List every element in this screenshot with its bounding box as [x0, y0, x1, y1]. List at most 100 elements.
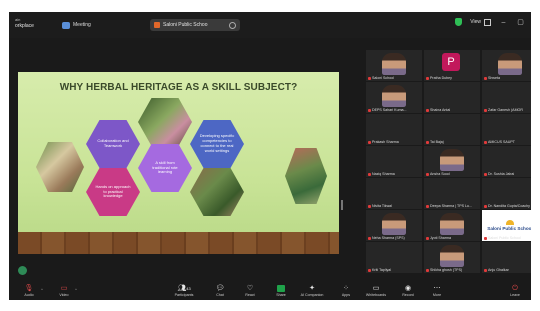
- whiteboards-label: Whiteboards: [365, 293, 387, 297]
- participant-name: Naziq Sharma: [368, 172, 395, 176]
- participant-name: AMICUS SAUPT: [484, 140, 515, 144]
- participant-tile[interactable]: Zafar Ganesh (AMOR: [482, 82, 531, 113]
- hex-developing: Developing specific competencies to conn…: [190, 120, 244, 168]
- share-label: Share: [276, 293, 286, 297]
- participant-tile[interactable]: Shikha ghosh (TPS): [424, 242, 480, 273]
- participant-tile[interactable]: Tai Bajaj: [424, 114, 480, 145]
- share-button[interactable]: Share: [266, 285, 296, 297]
- participant-name: Shikha ghosh (TPS): [426, 268, 462, 272]
- connection-icon[interactable]: [18, 266, 27, 275]
- participant-tile[interactable]: Jyoti Sharma: [424, 210, 480, 241]
- minimize-icon[interactable]: –: [499, 19, 508, 26]
- meeting-info-button[interactable]: Meeting: [62, 20, 91, 30]
- participants-label: Participants: [174, 293, 194, 297]
- participant-gallery: Saloni School P Pratha Dubey Shweta DEPS Sah…: [358, 50, 531, 286]
- participant-tile[interactable]: DEPS Sahari Kuma...: [366, 82, 422, 113]
- more-label: More: [432, 293, 442, 297]
- mic-muted-icon: [368, 172, 371, 176]
- chat-button[interactable]: 💬︎ Chat: [205, 285, 235, 297]
- participant-tile[interactable]: Naziq Sharma: [366, 146, 422, 177]
- audio-button[interactable]: 🎙︎ Audio: [14, 285, 44, 297]
- school-logo-text: Saloni Public School: [487, 226, 531, 231]
- photo-hex-greenhouse: [285, 148, 327, 204]
- participant-video: [440, 149, 464, 171]
- ai-companion-label: AI Companion: [300, 293, 324, 297]
- participant-name-text: Saloni School: [372, 76, 394, 80]
- participant-tile[interactable]: Anju Ghalkar: [482, 242, 531, 273]
- hex-hands-on: Hands on approach to practical knowledge: [86, 168, 140, 216]
- participant-name-text: Kriti Tapliyal: [372, 268, 392, 272]
- record-label: Record: [402, 293, 414, 297]
- participant-video: [498, 53, 522, 75]
- mic-muted-icon: [426, 204, 429, 208]
- brand-line2: orkplace: [15, 23, 34, 29]
- mic-muted-icon: 🎙︎: [24, 285, 34, 292]
- participant-tile[interactable]: Neha Sharma (SPS): [366, 210, 422, 241]
- participant-tile[interactable]: AMICUS SAUPT: [482, 114, 531, 145]
- apps-icon: ⁘: [343, 285, 349, 292]
- mic-muted-icon: [426, 236, 429, 240]
- participant-tile[interactable]: Prakash Sharma: [366, 114, 422, 145]
- participant-tile[interactable]: Shaina Antal: [424, 82, 480, 113]
- participants-icon: 👥︎43: [177, 285, 191, 292]
- mic-muted-icon: [484, 236, 487, 240]
- shared-screen: WHY HERBAL HERITAGE AS A SKILL SUBJECT? …: [9, 38, 354, 274]
- participant-tile[interactable]: Saloni Public School Saloni Public School: [482, 210, 531, 241]
- close-icon[interactable]: [229, 21, 236, 29]
- mic-muted-icon: [484, 268, 487, 272]
- chat-icon: 💬︎: [215, 285, 225, 292]
- apps-button[interactable]: ⁘ Apps: [331, 285, 361, 297]
- maximize-icon[interactable]: ▢: [516, 18, 525, 26]
- participant-tile[interactable]: Dr. Nandita Gupta/Coachy S...: [482, 178, 531, 209]
- mic-muted-icon: [426, 108, 429, 112]
- mic-muted-icon: [484, 140, 487, 144]
- video-label: Video: [59, 293, 69, 297]
- whiteboards-button[interactable]: ▭ Whiteboards: [361, 285, 391, 297]
- participant-name: Tai Bajaj: [426, 140, 444, 144]
- participant-tile[interactable]: P Pratha Dubey: [424, 50, 480, 81]
- hex-collaboration: Collaboration and Teamwork: [86, 120, 140, 168]
- ai-companion-button[interactable]: ✦ AI Companion: [297, 285, 327, 297]
- participant-name: Anju Ghalkar: [484, 268, 509, 272]
- screen-share-indicator[interactable]: Saloni Public Schoo: [150, 19, 240, 31]
- sun-icon: [506, 220, 514, 225]
- presentation-slide: WHY HERBAL HERITAGE AS A SKILL SUBJECT? …: [18, 72, 339, 254]
- participant-name-text: Saloni Public School: [488, 236, 521, 240]
- participant-tile[interactable]: Kriti Tapliyal: [366, 242, 422, 273]
- mic-muted-icon: [368, 140, 371, 144]
- hex-hands-on-text: Hands on approach to practical knowledge: [95, 183, 131, 199]
- view-button[interactable]: View: [470, 18, 491, 26]
- shield-icon[interactable]: [455, 18, 463, 26]
- participant-tile[interactable]: Deepa Sharma | TPS Lu...: [424, 178, 480, 209]
- participant-name-text: Dr. Nandita Gupta/Coachy S...: [488, 204, 531, 208]
- participants-button[interactable]: 👥︎43 Participants: [169, 285, 199, 297]
- participant-tile[interactable]: Nivita Tikwal: [366, 178, 422, 209]
- split-handle[interactable]: [341, 200, 343, 210]
- app-brand: ain orkplace: [15, 17, 34, 29]
- participant-name-text: Ansha Sood: [430, 172, 450, 176]
- more-button[interactable]: ⋯ More: [422, 285, 452, 297]
- participant-tile[interactable]: Ansha Sood: [424, 146, 480, 177]
- participant-name: Saloni School: [368, 76, 394, 80]
- hex-skill: A skill from traditional rote learning: [138, 144, 192, 192]
- participant-name: Pratha Dubey: [426, 76, 452, 80]
- record-button[interactable]: ◉ Record: [393, 285, 423, 297]
- participant-name-text: Naziq Sharma: [372, 172, 395, 176]
- participants-count: 43: [186, 286, 191, 291]
- participant-tile[interactable]: Shweta: [482, 50, 531, 81]
- participant-name-text: Nivita Tikwal: [372, 204, 392, 208]
- participant-name: Dr. Sushia Jalrai: [484, 172, 514, 176]
- audio-caret-icon[interactable]: ^: [41, 287, 43, 292]
- mic-muted-icon: [368, 236, 371, 240]
- video-caret-icon[interactable]: ^: [75, 287, 77, 292]
- slide-title: WHY HERBAL HERITAGE AS A SKILL SUBJECT?: [59, 82, 298, 93]
- react-button[interactable]: ♡ React: [235, 285, 265, 297]
- mic-muted-icon: [426, 140, 429, 144]
- participant-tile[interactable]: Saloni School: [366, 50, 422, 81]
- photo-hex-student: [36, 142, 84, 192]
- participant-tile[interactable]: Dr. Sushia Jalrai: [482, 146, 531, 177]
- leave-button[interactable]: ⏻ Leave: [500, 285, 530, 297]
- participant-name-text: Shweta: [488, 76, 500, 80]
- participant-name-text: Deepa Sharma | TPS Lu...: [430, 204, 473, 208]
- participant-name-text: Zafar Ganesh (AMOR: [488, 108, 523, 112]
